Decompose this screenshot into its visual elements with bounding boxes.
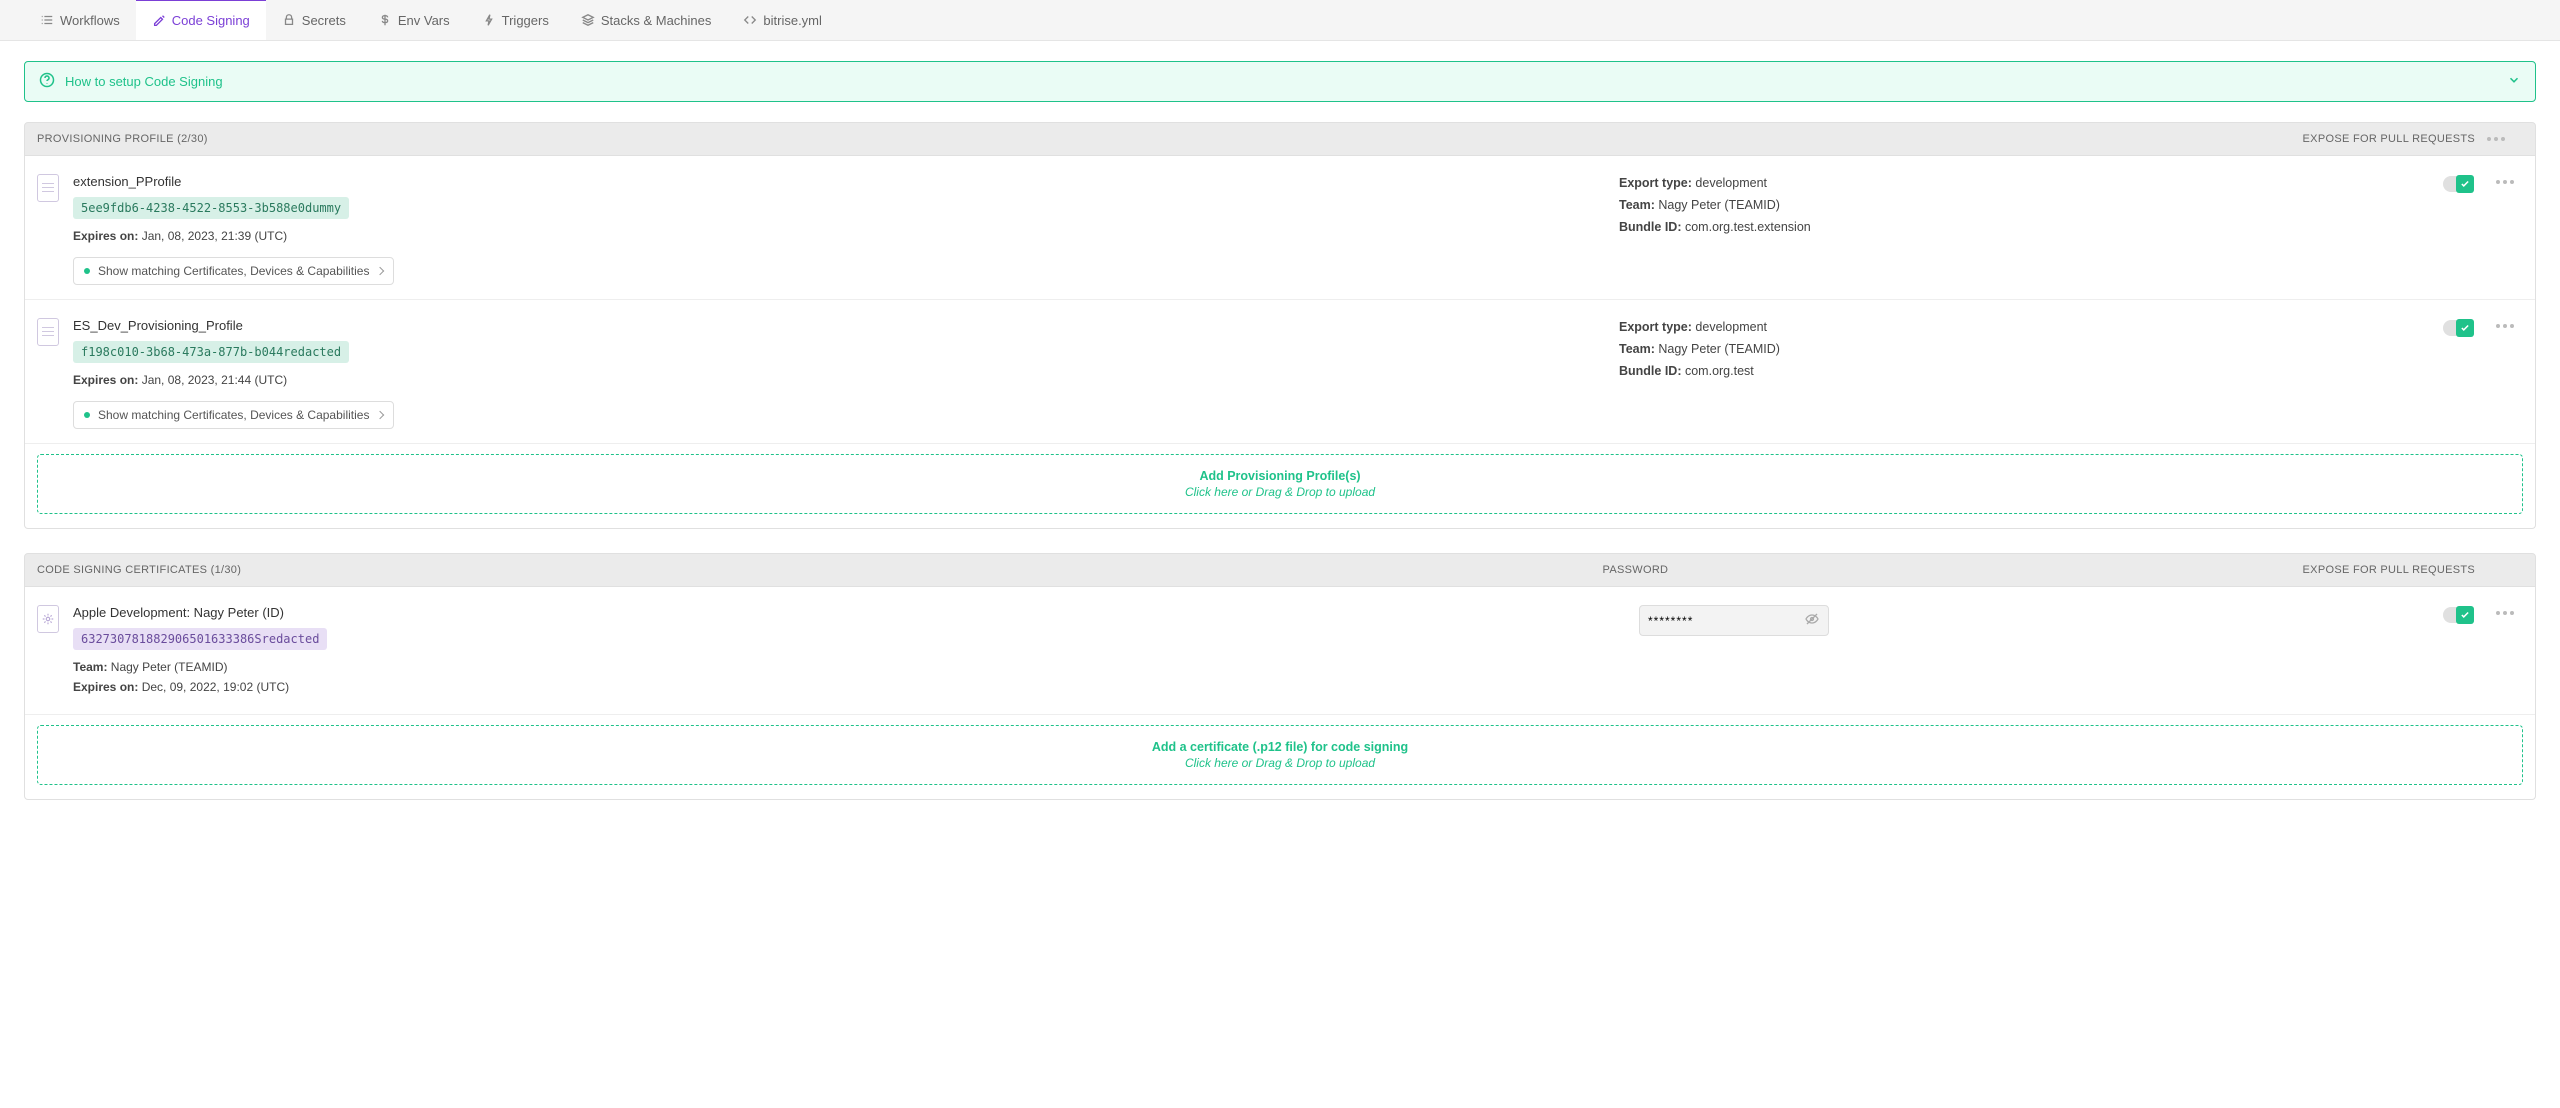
dropzone-subtitle: Click here or Drag & Drop to upload (52, 485, 2508, 499)
row-menu-icon[interactable] (2496, 611, 2514, 615)
list-icon (40, 13, 54, 27)
provisioning-row: extension_PProfile 5ee9fdb6-4238-4522-85… (25, 156, 2535, 300)
section-title: CODE SIGNING CERTIFICATES (1/30) (37, 564, 1603, 576)
expose-header: EXPOSE FOR PULL REQUESTS (2303, 564, 2487, 576)
show-matching-button[interactable]: Show matching Certificates, Devices & Ca… (73, 257, 394, 285)
dollar-icon (378, 13, 392, 27)
lightning-icon (482, 13, 496, 27)
row-menu-icon[interactable] (2496, 324, 2514, 328)
tab-label: Code Signing (172, 13, 250, 28)
tab-triggers[interactable]: Triggers (466, 0, 565, 40)
expires-value: Dec, 09, 2022, 19:02 (UTC) (142, 680, 289, 694)
certs-section: Apple Development: Nagy Peter (ID) 63273… (24, 587, 2536, 800)
team-label: Team: (1619, 342, 1655, 356)
bundle-label: Bundle ID: (1619, 220, 1682, 234)
file-icon (37, 318, 59, 346)
tab-workflows[interactable]: Workflows (24, 0, 136, 40)
provisioning-section: extension_PProfile 5ee9fdb6-4238-4522-85… (24, 156, 2536, 529)
tab-label: Workflows (60, 13, 120, 28)
tab-stacks-machines[interactable]: Stacks & Machines (565, 0, 728, 40)
tab-bitrise-yml[interactable]: bitrise.yml (727, 0, 838, 40)
profile-uuid: f198c010-3b68-473a-877b-b044redacted (73, 341, 349, 363)
profile-name: ES_Dev_Provisioning_Profile (73, 318, 1605, 333)
show-matching-button[interactable]: Show matching Certificates, Devices & Ca… (73, 401, 394, 429)
row-menu-icon[interactable] (2496, 180, 2514, 184)
chevron-down-icon[interactable] (2507, 73, 2521, 90)
bundle-value: com.org.test (1685, 364, 1754, 378)
dropzone-title: Add Provisioning Profile(s) (52, 469, 2508, 483)
expires-label: Expires on: (73, 229, 138, 243)
export-type-value: development (1695, 176, 1767, 190)
gear-file-icon (37, 605, 59, 633)
section-title: PROVISIONING PROFILE (2/30) (37, 133, 2303, 145)
bundle-value: com.org.test.extension (1685, 220, 1811, 234)
expires-value: Jan, 08, 2023, 21:44 (UTC) (142, 373, 287, 387)
tab-label: Secrets (302, 13, 346, 28)
status-dot-icon (84, 412, 90, 418)
expires-label: Expires on: (73, 373, 138, 387)
bundle-label: Bundle ID: (1619, 364, 1682, 378)
match-btn-label: Show matching Certificates, Devices & Ca… (98, 264, 369, 278)
team-value: Nagy Peter (TEAMID) (111, 660, 228, 674)
tab-code-signing[interactable]: Code Signing (136, 0, 266, 40)
layers-icon (581, 13, 595, 27)
eye-off-icon[interactable] (1804, 611, 1820, 630)
dropzone-title: Add a certificate (.p12 file) for code s… (52, 740, 2508, 754)
tab-secrets[interactable]: Secrets (266, 0, 362, 40)
section-menu-icon[interactable] (2487, 137, 2523, 141)
dropzone-subtitle: Click here or Drag & Drop to upload (52, 756, 2508, 770)
expires-label: Expires on: (73, 680, 138, 694)
password-field[interactable] (1639, 605, 1829, 636)
cert-row: Apple Development: Nagy Peter (ID) 63273… (25, 587, 2535, 715)
team-value: Nagy Peter (TEAMID) (1658, 198, 1780, 212)
chevron-right-icon (376, 411, 384, 419)
export-type-value: development (1695, 320, 1767, 334)
cert-name: Apple Development: Nagy Peter (ID) (73, 605, 1625, 620)
cert-serial: 632730781882906501633386Sredacted (73, 628, 327, 650)
workflow-tabs: Workflows Code Signing Secrets Env Vars … (0, 0, 2560, 41)
expose-header: EXPOSE FOR PULL REQUESTS (2303, 133, 2487, 145)
setup-banner[interactable]: How to setup Code Signing (24, 61, 2536, 102)
profile-name: extension_PProfile (73, 174, 1605, 189)
team-value: Nagy Peter (TEAMID) (1658, 342, 1780, 356)
tab-label: Triggers (502, 13, 549, 28)
expose-toggle[interactable] (2443, 176, 2473, 192)
banner-title: How to setup Code Signing (65, 74, 223, 89)
tab-env-vars[interactable]: Env Vars (362, 0, 466, 40)
export-type-label: Export type: (1619, 320, 1692, 334)
provisioning-section-header: PROVISIONING PROFILE (2/30) EXPOSE FOR P… (24, 122, 2536, 156)
expose-toggle[interactable] (2443, 607, 2473, 623)
edit-icon (152, 14, 166, 28)
tab-label: Stacks & Machines (601, 13, 712, 28)
match-btn-label: Show matching Certificates, Devices & Ca… (98, 408, 369, 422)
expose-toggle[interactable] (2443, 320, 2473, 336)
file-icon (37, 174, 59, 202)
help-circle-icon (39, 72, 55, 91)
password-input[interactable] (1648, 614, 1804, 628)
team-label: Team: (73, 660, 107, 674)
expires-value: Jan, 08, 2023, 21:39 (UTC) (142, 229, 287, 243)
provisioning-row: ES_Dev_Provisioning_Profile f198c010-3b6… (25, 300, 2535, 444)
certs-section-header: CODE SIGNING CERTIFICATES (1/30) PASSWOR… (24, 553, 2536, 587)
tab-label: bitrise.yml (763, 13, 822, 28)
code-icon (743, 13, 757, 27)
add-provisioning-dropzone[interactable]: Add Provisioning Profile(s) Click here o… (37, 454, 2523, 514)
export-type-label: Export type: (1619, 176, 1692, 190)
chevron-right-icon (376, 267, 384, 275)
tab-label: Env Vars (398, 13, 450, 28)
status-dot-icon (84, 268, 90, 274)
profile-uuid: 5ee9fdb6-4238-4522-8553-3b588e0dummy (73, 197, 349, 219)
lock-icon (282, 13, 296, 27)
password-header: PASSWORD (1603, 564, 2303, 576)
add-certificate-dropzone[interactable]: Add a certificate (.p12 file) for code s… (37, 725, 2523, 785)
team-label: Team: (1619, 198, 1655, 212)
